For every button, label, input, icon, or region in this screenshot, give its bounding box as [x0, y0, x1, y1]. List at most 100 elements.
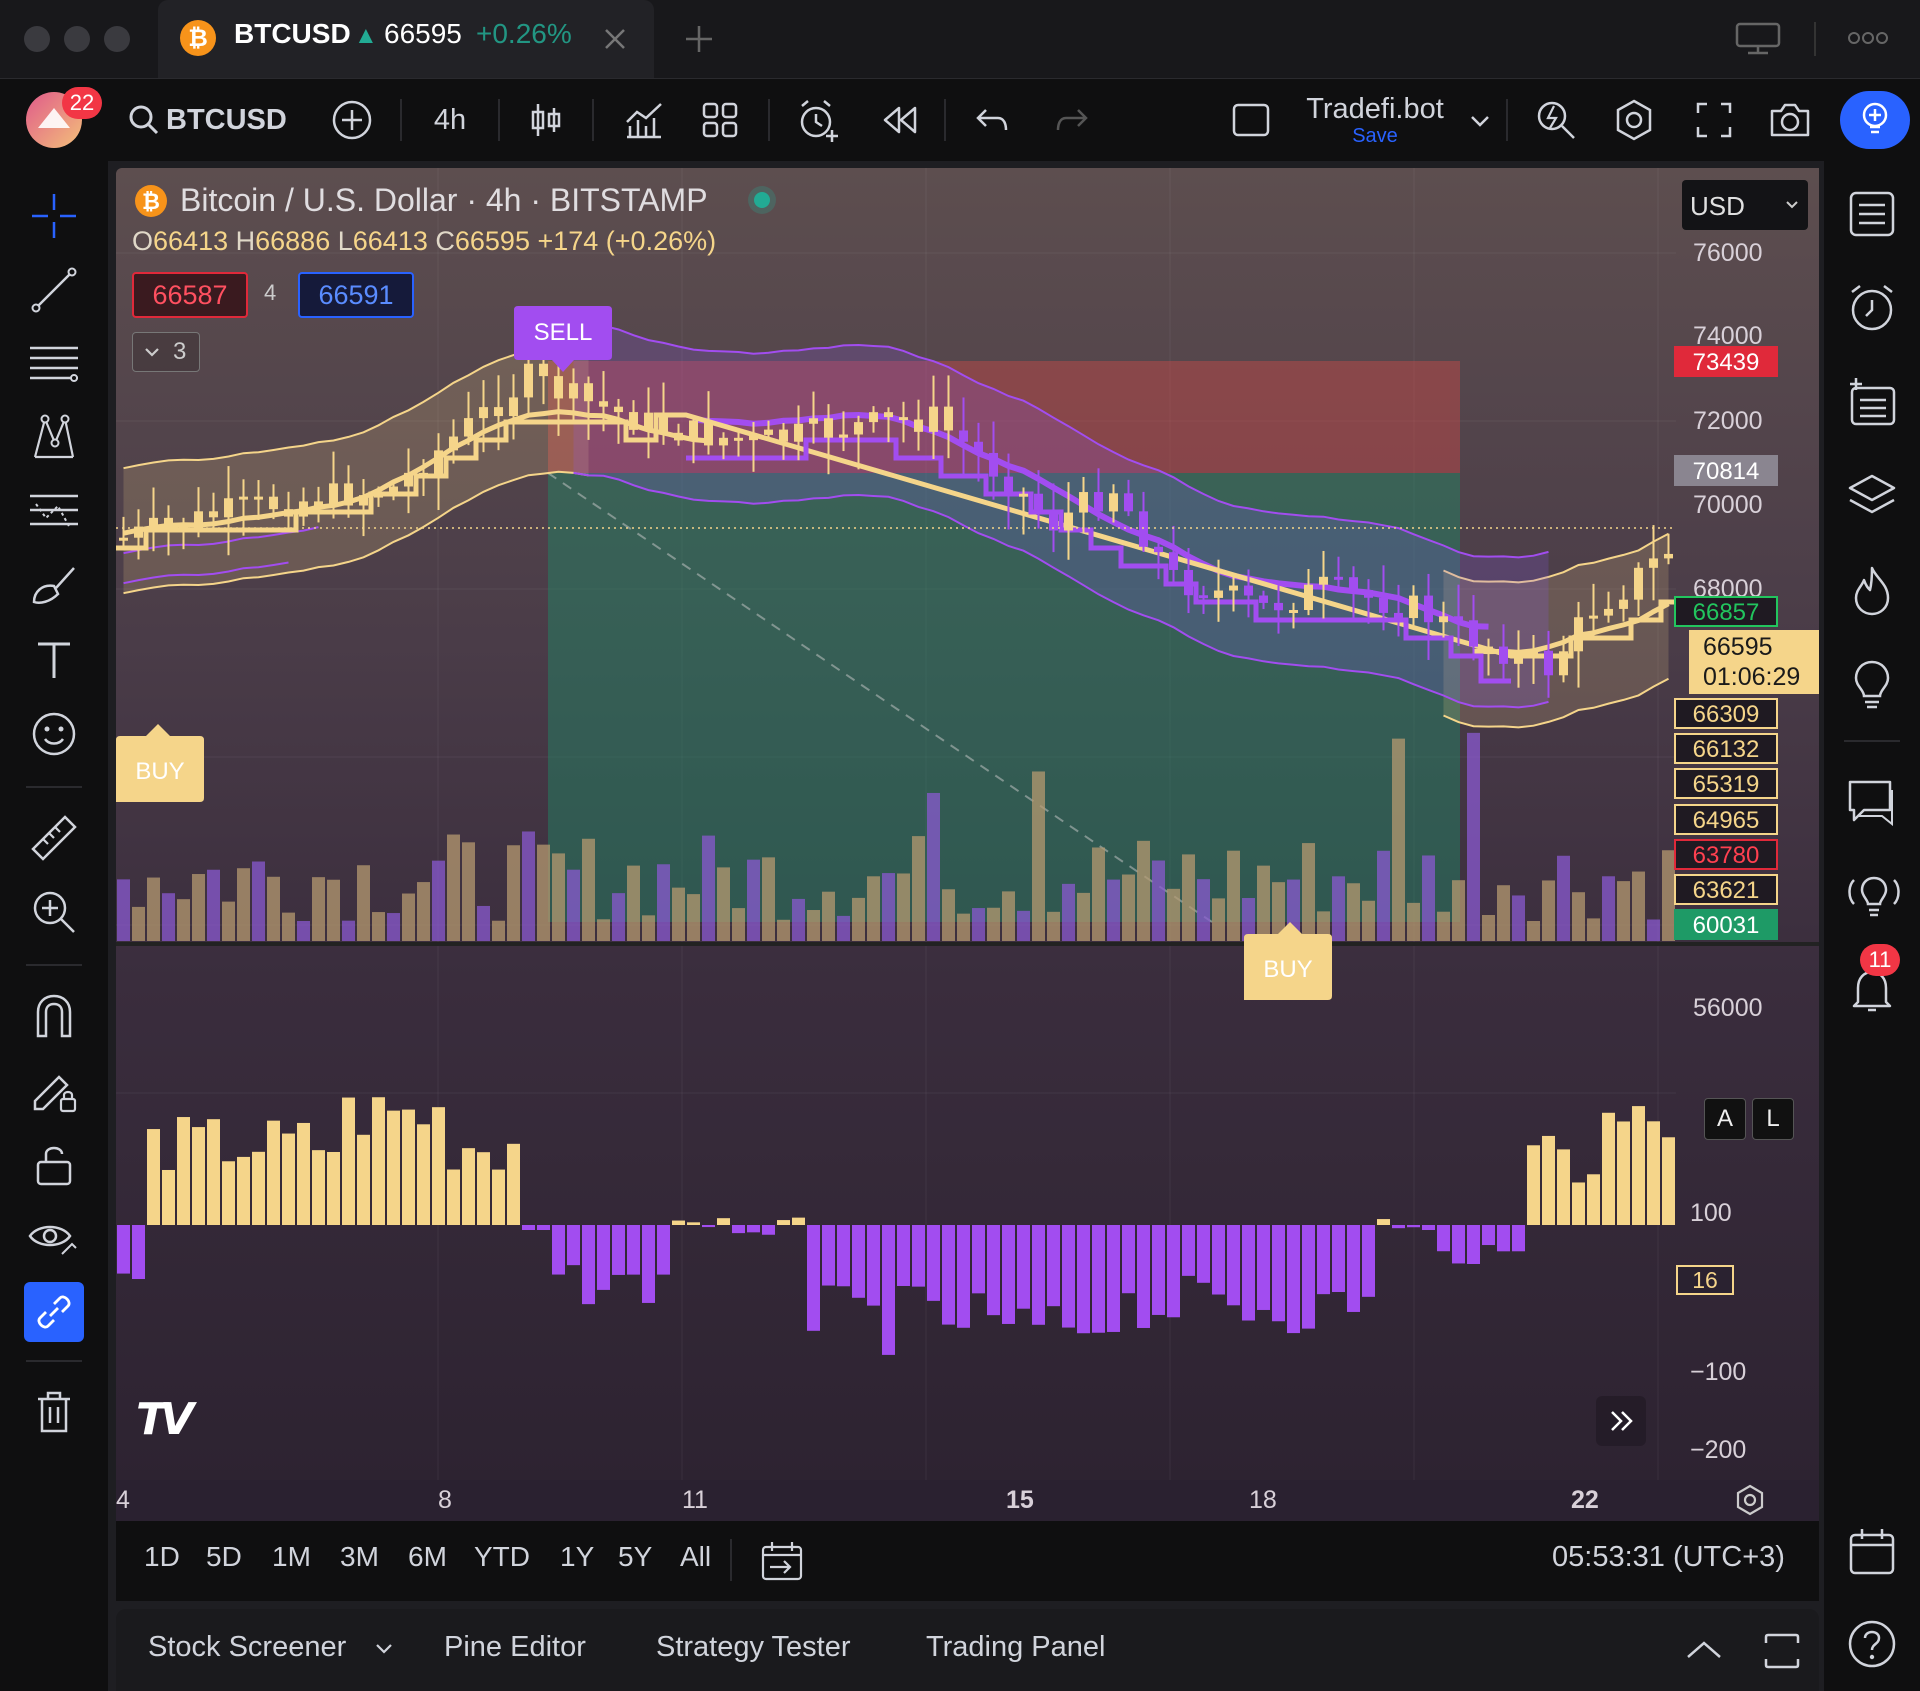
price-tag[interactable]: 66132 [1674, 733, 1778, 764]
create-alert-button[interactable] [792, 79, 844, 161]
quick-search-button[interactable] [1530, 79, 1582, 161]
streams-button[interactable] [1842, 866, 1902, 926]
ideas-button[interactable] [1842, 654, 1902, 714]
watchlist-button[interactable] [1842, 184, 1902, 244]
stay-in-drawing-mode-tool[interactable] [24, 1060, 84, 1120]
price-tag[interactable]: 73439 [1674, 346, 1778, 377]
emoji-tool[interactable] [24, 704, 84, 764]
pattern-tool[interactable] [24, 408, 84, 468]
close-tab-icon[interactable] [602, 26, 628, 52]
zoom-in-tool[interactable] [24, 882, 84, 942]
time-axis[interactable] [116, 1480, 1819, 1521]
range-3m[interactable]: 3M [340, 1541, 379, 1573]
range-5d[interactable]: 5D [206, 1541, 242, 1573]
auto-scale-button[interactable]: A [1704, 1098, 1746, 1140]
chart-pane[interactable]: ₿ Bitcoin / U.S. Dollar · 4h · BITSTAMP … [116, 168, 1819, 1521]
tradingview-logo[interactable]: TV [136, 1394, 194, 1445]
price-tag[interactable]: 70814 [1674, 455, 1778, 486]
price-tag[interactable]: 63621 [1674, 874, 1778, 905]
compare-symbol-button[interactable] [328, 79, 376, 161]
symbol-search-button[interactable]: BTCUSD [128, 79, 298, 161]
snapshot-button[interactable] [1764, 79, 1816, 161]
minimize-window-button[interactable] [64, 26, 90, 52]
interval-button[interactable]: 4h [420, 79, 480, 161]
price-tag[interactable]: 60031 [1674, 909, 1778, 940]
volume-bar [582, 838, 595, 941]
indicators-button[interactable] [620, 79, 668, 161]
indicators-toggle[interactable]: 3 [132, 332, 200, 372]
clock[interactable]: 05:53:31 (UTC+3) [1552, 1541, 1785, 1574]
price-tag[interactable]: 63780 [1674, 839, 1778, 870]
measure-tool[interactable] [24, 808, 84, 868]
redo-button[interactable] [1046, 79, 1098, 161]
chevron-down-icon[interactable] [1468, 111, 1492, 131]
alerts-button[interactable] [1842, 278, 1902, 338]
maximize-panel-icon[interactable] [1762, 1631, 1802, 1671]
range-1m[interactable]: 1M [272, 1541, 311, 1573]
range-1y[interactable]: 1Y [560, 1541, 594, 1573]
sell-button[interactable]: 66587 [132, 272, 248, 318]
lock-drawings-tool[interactable] [24, 1134, 84, 1194]
crosshair-tool[interactable] [24, 186, 84, 246]
chart-type-button[interactable] [522, 79, 570, 161]
layout-checkbox[interactable] [1226, 79, 1276, 161]
ideas-publish-button[interactable] [1840, 79, 1910, 161]
settings-button[interactable] [1608, 79, 1660, 161]
remove-drawings-tool[interactable] [24, 1382, 84, 1442]
object-tree-button[interactable] [1842, 372, 1902, 432]
data-window-button[interactable] [1842, 466, 1902, 526]
buy-signal-left[interactable]: BUY [116, 724, 204, 802]
chart-title[interactable]: Bitcoin / U.S. Dollar · 4h · BITSTAMP [180, 182, 708, 219]
range-ytd[interactable]: YTD [474, 1541, 530, 1573]
price-tag[interactable]: 66309 [1674, 698, 1778, 729]
fib-tool[interactable] [24, 334, 84, 394]
range-all[interactable]: All [680, 1541, 711, 1573]
sell-signal[interactable]: SELL [514, 306, 612, 372]
hide-drawings-tool[interactable] [24, 1208, 84, 1268]
layout-grid-button[interactable] [696, 79, 744, 161]
zoom-window-button[interactable] [104, 26, 130, 52]
add-circle-icon [332, 100, 372, 140]
tab-trading-panel[interactable]: Trading Panel [926, 1631, 1105, 1664]
fullscreen-button[interactable] [1688, 79, 1740, 161]
new-tab-icon[interactable] [682, 22, 716, 56]
trend-line-tool[interactable] [24, 260, 84, 320]
text-tool[interactable] [24, 630, 84, 690]
chevron-up-icon[interactable] [1684, 1635, 1724, 1665]
close-window-button[interactable] [24, 26, 50, 52]
price-tag[interactable]: 65319 [1674, 768, 1778, 799]
tab-pine-editor[interactable]: Pine Editor [444, 1631, 586, 1664]
price-tag[interactable]: 66857 [1674, 596, 1778, 627]
tab-strategy-tester[interactable]: Strategy Tester [656, 1631, 851, 1664]
help-button[interactable] [1842, 1614, 1902, 1674]
range-6m[interactable]: 6M [408, 1541, 447, 1573]
goto-date-icon[interactable] [760, 1539, 804, 1583]
chart-tab[interactable]: ₿ BTCUSD ▲ 66595 +0.26% [158, 0, 654, 78]
prediction-tool[interactable] [24, 482, 84, 542]
tab-stock-screener[interactable]: Stock Screener [148, 1631, 346, 1664]
range-1d[interactable]: 1D [144, 1541, 180, 1573]
more-icon[interactable] [1846, 26, 1890, 50]
oscillator-bar [957, 1225, 970, 1328]
hotlists-button[interactable] [1842, 560, 1902, 620]
buy-button[interactable]: 66591 [298, 272, 414, 318]
buy-signal-right[interactable]: BUY [1244, 922, 1332, 1000]
calendar-button[interactable] [1842, 1522, 1902, 1582]
monitor-icon[interactable] [1734, 20, 1782, 56]
scroll-to-realtime-icon[interactable] [1596, 1396, 1646, 1446]
layout-menu-button[interactable]: Tradefi.bot Save [1290, 79, 1460, 161]
chevron-down-icon[interactable] [374, 1641, 394, 1657]
chart-canvas[interactable] [116, 168, 1819, 1521]
market-status-dot[interactable] [754, 192, 770, 208]
chats-button[interactable] [1842, 772, 1902, 832]
brush-tool[interactable] [24, 556, 84, 616]
range-5y[interactable]: 5Y [618, 1541, 652, 1573]
sync-drawings-tool[interactable] [24, 1282, 84, 1342]
currency-select[interactable]: USD [1682, 180, 1808, 230]
replay-button[interactable] [874, 79, 926, 161]
magnet-tool[interactable] [24, 986, 84, 1046]
axis-settings-icon[interactable] [1730, 1480, 1770, 1520]
undo-button[interactable] [966, 79, 1018, 161]
log-scale-button[interactable]: L [1752, 1098, 1794, 1140]
price-tag[interactable]: 64965 [1674, 804, 1778, 835]
